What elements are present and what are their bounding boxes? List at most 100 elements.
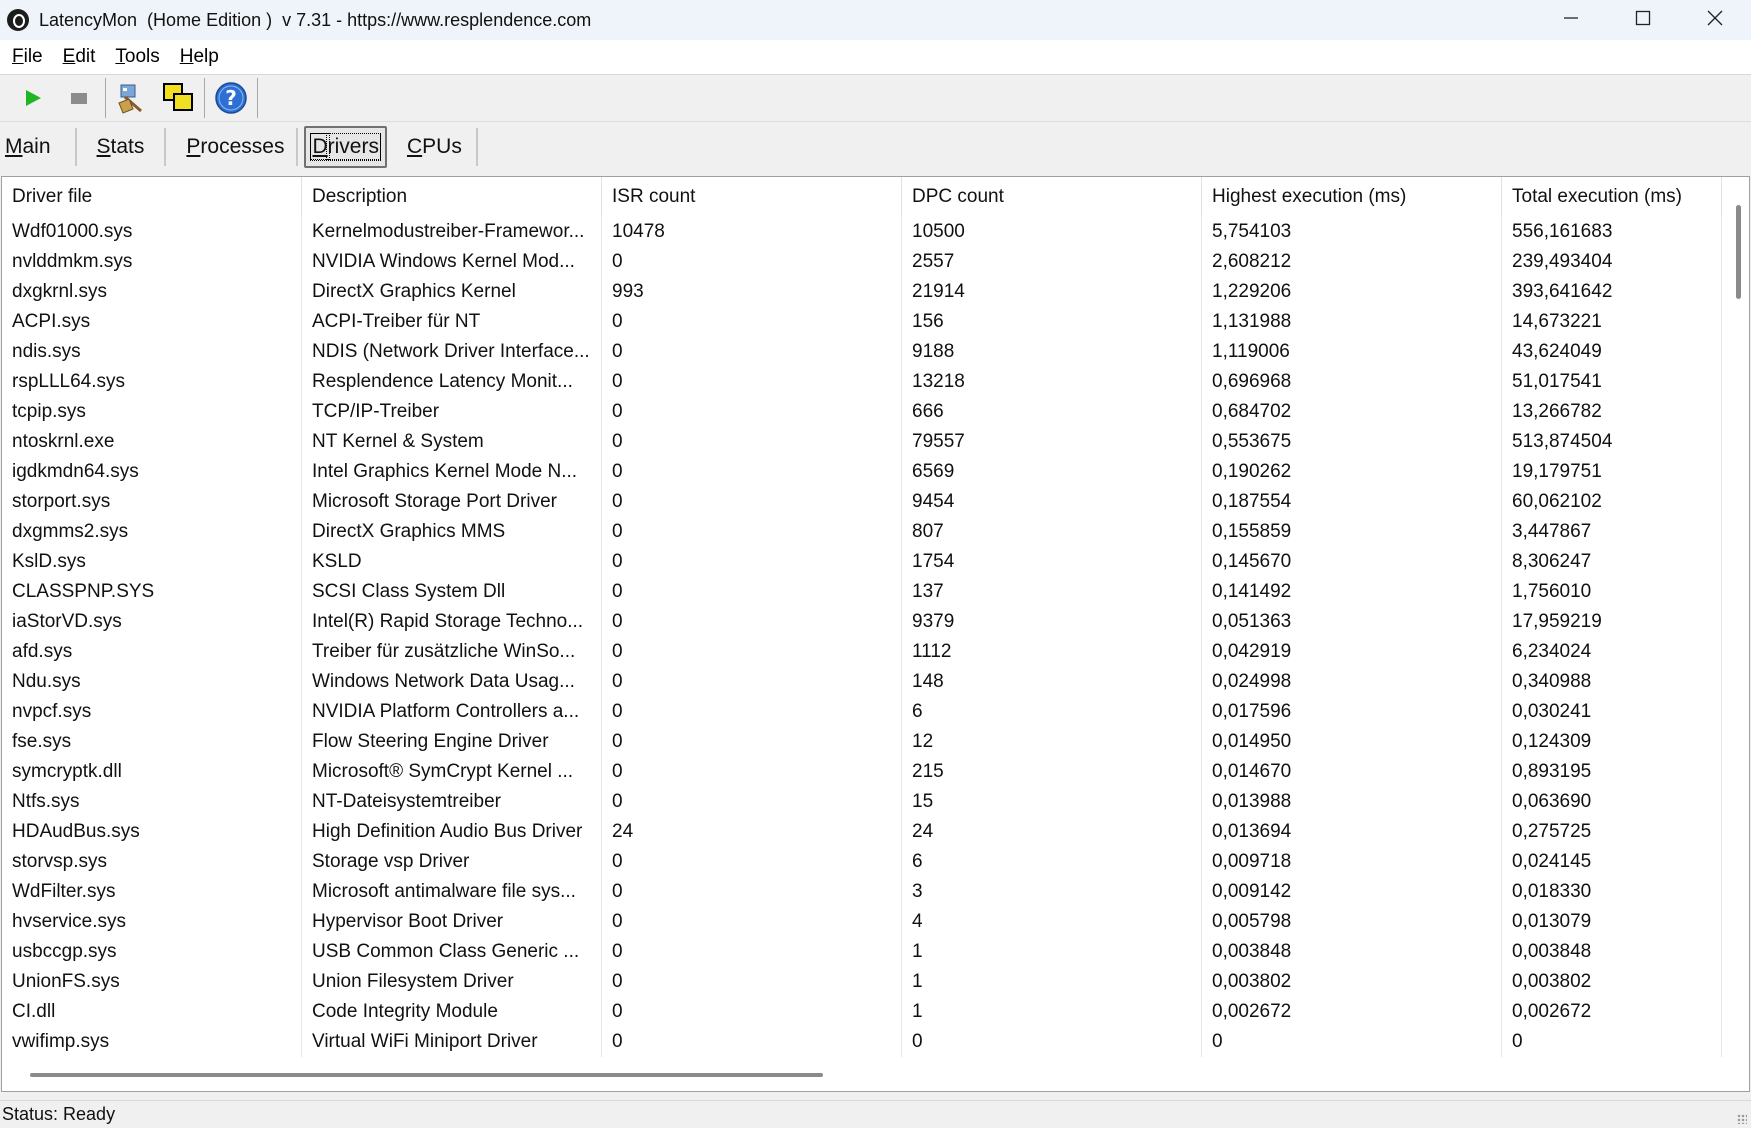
cell-highest-execution: 0,009718 xyxy=(1202,847,1502,877)
table-body: Wdf01000.sys Kernelmodustreiber-Framewor.… xyxy=(2,217,1722,1057)
cell-description: Microsoft® SymCrypt Kernel ... xyxy=(302,757,602,787)
cell-isr-count: 993 xyxy=(602,277,902,307)
table-row[interactable]: usbccgp.sys USB Common Class Generic ... 0… xyxy=(2,937,1722,967)
cell-total-execution: 0,030241 xyxy=(1502,697,1722,727)
column-header-dpc-count[interactable]: DPC count xyxy=(902,177,1202,217)
cell-dpc-count: 9188 xyxy=(902,337,1202,367)
column-header-description[interactable]: Description xyxy=(302,177,602,217)
table-row[interactable]: KslD.sys KSLD 0 1754 0,145670 8,306247 xyxy=(2,547,1722,577)
tab-main[interactable]: Main xyxy=(0,128,77,166)
stop-icon xyxy=(71,93,87,104)
table-row[interactable]: rspLLL64.sys Resplendence Latency Monit..… xyxy=(2,367,1722,397)
maximize-button[interactable] xyxy=(1607,0,1679,36)
column-header-isr-count[interactable]: ISR count xyxy=(602,177,902,217)
clear-button[interactable] xyxy=(109,76,155,120)
table-row[interactable]: ACPI.sys ACPI-Treiber für NT 0 156 1,131988 1… xyxy=(2,307,1722,337)
cell-isr-count: 0 xyxy=(602,727,902,757)
table-row[interactable]: fse.sys Flow Steering Engine Driver 0 12 0,0… xyxy=(2,727,1722,757)
tab-drivers[interactable]: Drivers xyxy=(304,126,387,168)
column-header-highest-execution[interactable]: Highest execution (ms) xyxy=(1202,177,1502,217)
cell-highest-execution: 0,009142 xyxy=(1202,877,1502,907)
table-row[interactable]: Ntfs.sys NT-Dateisystemtreiber 0 15 0,013988… xyxy=(2,787,1722,817)
table-row[interactable]: storvsp.sys Storage vsp Driver 0 6 0,009718 0… xyxy=(2,847,1722,877)
column-header-total-execution[interactable]: Total execution (ms) xyxy=(1502,177,1722,217)
vertical-scrollbar[interactable] xyxy=(1736,205,1741,299)
table-row[interactable]: afd.sys Treiber für zusätzliche WinSo... 0… xyxy=(2,637,1722,667)
menu-edit[interactable]: Edit xyxy=(51,46,104,68)
table-row[interactable]: nvlddmkm.sys NVIDIA Windows Kernel Mod...… xyxy=(2,247,1722,277)
table-row[interactable]: ntoskrnl.exe NT Kernel & System 0 79557 0,55… xyxy=(2,427,1722,457)
table-row[interactable]: CI.dll Code Integrity Module 0 1 0,002672 0,0… xyxy=(2,997,1722,1027)
table-row[interactable]: tcpip.sys TCP/IP-Treiber 0 666 0,684702 13,26… xyxy=(2,397,1722,427)
resize-grip[interactable] xyxy=(1737,1114,1747,1124)
cell-total-execution: 60,062102 xyxy=(1502,487,1722,517)
toolbar-separator xyxy=(257,78,258,118)
cell-dpc-count: 9379 xyxy=(902,607,1202,637)
cell-isr-count: 0 xyxy=(602,997,902,1027)
cell-total-execution: 393,641642 xyxy=(1502,277,1722,307)
cell-dpc-count: 807 xyxy=(902,517,1202,547)
cell-highest-execution: 0,145670 xyxy=(1202,547,1502,577)
cell-isr-count: 0 xyxy=(602,937,902,967)
table-row[interactable]: Wdf01000.sys Kernelmodustreiber-Framewor.… xyxy=(2,217,1722,247)
table-row[interactable]: vwifimp.sys Virtual WiFi Miniport Driver 0… xyxy=(2,1027,1722,1057)
column-header-driver-file[interactable]: Driver file xyxy=(2,177,302,217)
cell-description: TCP/IP-Treiber xyxy=(302,397,602,427)
cell-isr-count: 0 xyxy=(602,247,902,277)
table-row[interactable]: UnionFS.sys Union Filesystem Driver 0 1 0,00… xyxy=(2,967,1722,997)
start-button[interactable] xyxy=(10,76,56,120)
cell-total-execution: 513,874504 xyxy=(1502,427,1722,457)
table-row[interactable]: nvpcf.sys NVIDIA Platform Controllers a..… xyxy=(2,697,1722,727)
stop-button[interactable] xyxy=(56,76,102,120)
cell-isr-count: 0 xyxy=(602,757,902,787)
table-row[interactable]: Ndu.sys Windows Network Data Usag... 0 148 0… xyxy=(2,667,1722,697)
table-row[interactable]: ndis.sys NDIS (Network Driver Interface..… xyxy=(2,337,1722,367)
minimize-icon xyxy=(1564,17,1578,19)
cell-isr-count: 0 xyxy=(602,667,902,697)
table-row[interactable]: hvservice.sys Hypervisor Boot Driver 0 4 0,0… xyxy=(2,907,1722,937)
help-button[interactable]: ? xyxy=(208,76,254,120)
table-row[interactable]: symcryptk.dll Microsoft® SymCrypt Kernel … xyxy=(2,757,1722,787)
windows-button[interactable] xyxy=(155,76,201,120)
tab-stats[interactable]: Stats xyxy=(83,128,167,166)
cell-isr-count: 0 xyxy=(602,697,902,727)
cell-highest-execution: 0,013988 xyxy=(1202,787,1502,817)
table-row[interactable]: dxgmms2.sys DirectX Graphics MMS 0 807 0,155… xyxy=(2,517,1722,547)
title-bar: LatencyMon (Home Edition ) v 7.31 - http… xyxy=(0,0,1751,40)
menu-help[interactable]: Help xyxy=(168,46,227,68)
cell-driver-file: CI.dll xyxy=(2,997,302,1027)
cell-description: NVIDIA Platform Controllers a... xyxy=(302,697,602,727)
cell-dpc-count: 1754 xyxy=(902,547,1202,577)
cell-driver-file: ndis.sys xyxy=(2,337,302,367)
table-row[interactable]: WdFilter.sys Microsoft antimalware file s… xyxy=(2,877,1722,907)
table-row[interactable]: igdkmdn64.sys Intel Graphics Kernel Mode … xyxy=(2,457,1722,487)
cell-dpc-count: 10500 xyxy=(902,217,1202,247)
tab-processes[interactable]: Processes xyxy=(172,128,299,166)
table-row[interactable]: CLASSPNP.SYS SCSI Class System Dll 0 137 0,1… xyxy=(2,577,1722,607)
menu-tools[interactable]: Tools xyxy=(103,46,167,68)
cell-dpc-count: 215 xyxy=(902,757,1202,787)
cell-total-execution: 19,179751 xyxy=(1502,457,1722,487)
horizontal-scrollbar[interactable] xyxy=(30,1073,823,1077)
cell-dpc-count: 1 xyxy=(902,937,1202,967)
cell-driver-file: usbccgp.sys xyxy=(2,937,302,967)
drivers-table: Driver file Description ISR count DPC co… xyxy=(1,176,1750,1092)
cell-total-execution: 0,003802 xyxy=(1502,967,1722,997)
cell-description: NT Kernel & System xyxy=(302,427,602,457)
cell-total-execution: 0,003848 xyxy=(1502,937,1722,967)
cell-total-execution: 556,161683 xyxy=(1502,217,1722,247)
menu-file[interactable]: File xyxy=(0,46,51,68)
minimize-button[interactable] xyxy=(1535,0,1607,36)
cell-description: DirectX Graphics Kernel xyxy=(302,277,602,307)
cell-highest-execution: 0,190262 xyxy=(1202,457,1502,487)
table-row[interactable]: storport.sys Microsoft Storage Port Drive… xyxy=(2,487,1722,517)
close-button[interactable] xyxy=(1679,0,1751,36)
table-row[interactable]: dxgkrnl.sys DirectX Graphics Kernel 993 219… xyxy=(2,277,1722,307)
table-row[interactable]: iaStorVD.sys Intel(R) Rapid Storage Techn… xyxy=(2,607,1722,637)
table-row[interactable]: HDAudBus.sys High Definition Audio Bus Dr… xyxy=(2,817,1722,847)
tab-cpus[interactable]: CPUs xyxy=(393,128,478,166)
cell-driver-file: CLASSPNP.SYS xyxy=(2,577,302,607)
cell-dpc-count: 6 xyxy=(902,847,1202,877)
cell-driver-file: symcryptk.dll xyxy=(2,757,302,787)
cell-isr-count: 0 xyxy=(602,607,902,637)
